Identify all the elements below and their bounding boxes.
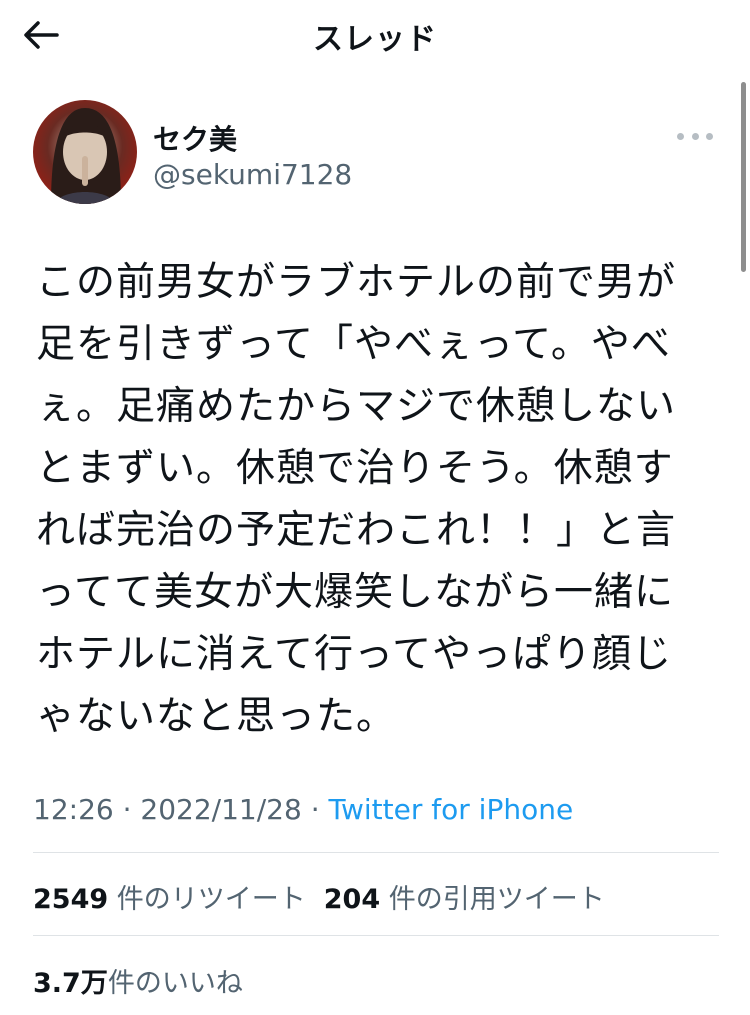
retweets-count: 2549	[33, 884, 109, 915]
retweet-stats-row: 2549 件のリツイート 204 件の引用ツイート	[33, 877, 605, 916]
tweet-text: この前男女がラブホテルの前で男が 足を引きずって「やべぇって。やべ ぇ。足痛めた…	[36, 260, 677, 739]
top-bar: スレッド	[0, 0, 750, 70]
tweet-source-link[interactable]: Twitter for iPhone	[329, 793, 574, 826]
more-dot	[706, 132, 713, 140]
tweet-author: セク美 @sekumi7128	[33, 100, 713, 210]
divider	[33, 852, 719, 853]
likes-stats-row: 3.7万件のいいね	[33, 961, 243, 1000]
avatar[interactable]	[33, 100, 137, 204]
meta-separator: ·	[310, 793, 320, 826]
likes-label: 件のいいね	[107, 968, 243, 999]
quotes-label: 件の引用ツイート	[388, 884, 605, 915]
tweet-meta: 12:26 · 2022/11/28 · Twitter for iPhone	[33, 793, 573, 826]
retweets-label: 件のリツイート	[116, 884, 306, 915]
meta-separator: ·	[122, 793, 132, 826]
tweet-date: 2022/11/28	[140, 793, 302, 826]
more-dot	[691, 132, 699, 140]
author-name[interactable]: セク美	[153, 118, 237, 158]
page-title: スレッド	[313, 22, 437, 57]
divider	[33, 935, 719, 936]
quotes-count: 204	[323, 884, 381, 915]
quotes-stat[interactable]: 204 件の引用ツイート	[324, 884, 605, 915]
likes-count: 3.7万	[33, 968, 108, 999]
author-handle[interactable]: @sekumi7128	[153, 158, 352, 191]
more-dot	[677, 132, 684, 140]
more-options-button[interactable]	[677, 126, 713, 146]
scrollbar[interactable]	[741, 82, 746, 272]
retweets-stat[interactable]: 2549 件のリツイート	[33, 884, 306, 915]
likes-stat[interactable]: 3.7万件のいいね	[33, 968, 243, 999]
tweet-time: 12:26	[33, 793, 114, 826]
